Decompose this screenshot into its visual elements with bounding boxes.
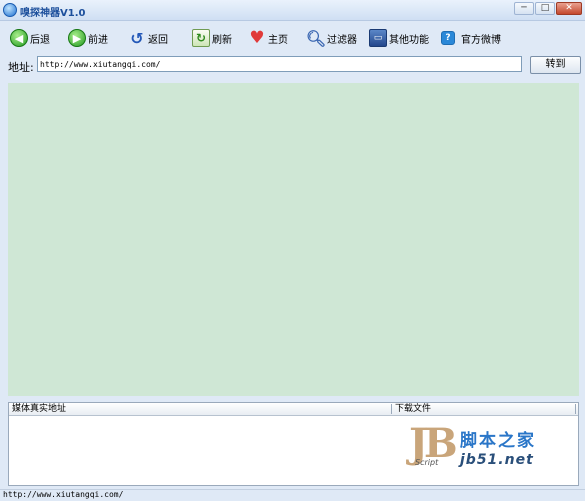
column-divider[interactable] [391,404,392,414]
title-bar[interactable]: 嗅探神器V1.0 ─ □ ✕ [0,0,585,21]
column-divider[interactable] [575,404,576,414]
address-input[interactable] [37,56,522,72]
official-weibo-button[interactable]: ? 官方微博 [441,27,501,49]
refresh-label: 刷新 [212,34,232,46]
status-bar: http://www.xiutangqi.com/ [0,489,585,501]
browser-view[interactable] [8,83,579,396]
forward-label: 前进 [88,34,108,46]
watermark-site-url: jb51.net [460,452,534,468]
go-button[interactable]: 转到 [530,56,581,74]
back-label: 后退 [30,34,50,46]
toolbar: ◀ 后退 ▶ 前进 ↺ 返回 ↻ 刷新 ♥ 主页 🔍︎ 过滤器 ▭ 其他功能 ? [0,21,585,53]
filter-button[interactable]: 🔍︎ 过滤器 [305,27,357,49]
refresh-button[interactable]: ↻ 刷新 [192,27,232,49]
return-icon: ↺ [130,28,144,48]
monitor-icon: ▭ [369,29,387,47]
other-functions-label: 其他功能 [389,34,429,46]
magnifier-icon: 🔍︎ [305,28,327,48]
forward-button[interactable]: ▶ 前进 [68,27,108,49]
minimize-button[interactable]: ─ [514,2,534,15]
watermark: JB Script 脚本之家 jb51.net [405,420,555,476]
app-window: 嗅探神器V1.0 ─ □ ✕ ◀ 后退 ▶ 前进 ↺ 返回 ↻ 刷新 ♥ 主页 … [0,0,585,501]
table-header: 媒体真实地址 下载文件 [9,403,578,416]
back-button[interactable]: ◀ 后退 [10,27,50,49]
heart-home-icon: ♥ [249,28,265,48]
weibo-icon: ? [441,31,455,45]
close-button[interactable]: ✕ [556,2,582,15]
official-weibo-label: 官方微博 [461,34,501,46]
filter-label: 过滤器 [327,34,357,46]
return-label: 返回 [148,34,168,46]
status-text: http://www.xiutangqi.com/ [3,490,124,499]
address-label: 地址: [8,61,34,74]
window-title: 嗅探神器V1.0 [20,8,86,19]
watermark-script-text: Script [415,458,439,467]
refresh-icon: ↻ [192,29,210,47]
watermark-site-name: 脚本之家 [460,431,536,451]
column-header-media-url[interactable]: 媒体真实地址 [12,403,66,415]
home-button[interactable]: ♥ 主页 [248,27,288,49]
other-functions-button[interactable]: ▭ 其他功能 [369,27,429,49]
column-header-download-file[interactable]: 下载文件 [395,403,431,415]
app-logo-icon [3,3,17,17]
back-arrow-icon: ◀ [10,29,28,47]
forward-arrow-icon: ▶ [68,29,86,47]
home-label: 主页 [268,34,288,46]
maximize-button[interactable]: □ [535,2,555,15]
return-button[interactable]: ↺ 返回 [128,27,168,49]
